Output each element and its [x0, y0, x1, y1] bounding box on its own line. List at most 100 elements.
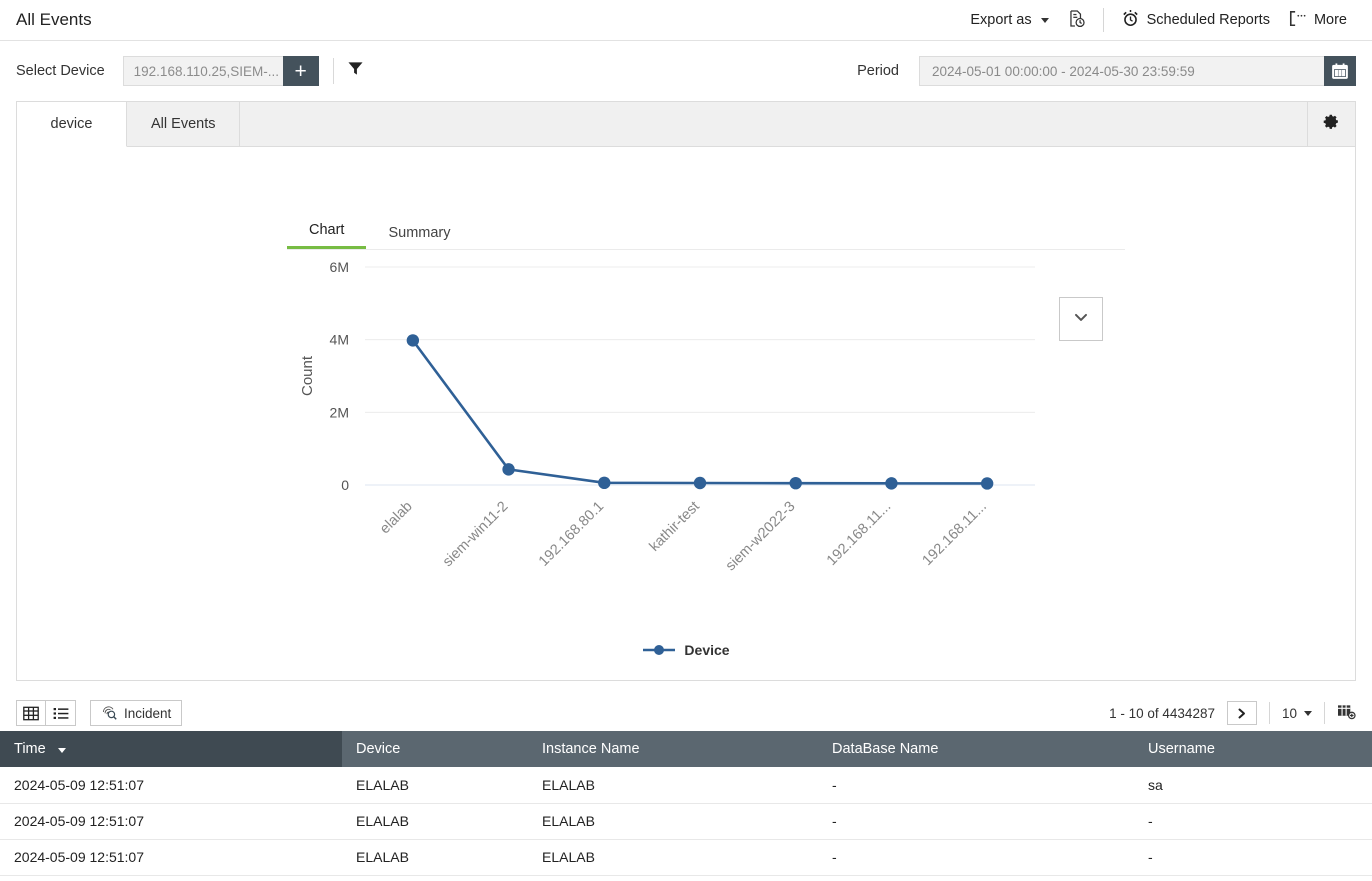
y-axis-tick-label: 0: [341, 477, 349, 493]
page-size-selector[interactable]: 10: [1282, 706, 1312, 721]
toolbar-divider-2: [1324, 702, 1325, 724]
x-axis-tick-label: siem-win11-2: [440, 499, 512, 571]
tab-device[interactable]: device: [17, 102, 127, 147]
cell-time: 2024-05-09 12:51:07: [0, 803, 342, 839]
period-label: Period: [857, 63, 899, 79]
header-divider-1: [1103, 8, 1104, 32]
column-header-time[interactable]: Time: [0, 731, 342, 767]
toolbar-divider-1: [1269, 702, 1270, 724]
calendar-icon[interactable]: [1324, 56, 1356, 86]
cell-instance: ELALAB: [528, 839, 818, 875]
y-axis-title: Count: [299, 355, 316, 396]
x-axis-tick-label: kathir-test: [646, 499, 702, 555]
more-label: More: [1314, 12, 1347, 28]
column-header-username[interactable]: Username: [1134, 731, 1372, 767]
add-column-icon: [1337, 703, 1356, 723]
caret-down-icon: [1041, 18, 1049, 23]
filter-divider: [333, 58, 334, 84]
table-toolbar: Incident 1 - 10 of 4434287 10: [0, 695, 1372, 731]
cell-database: -: [818, 803, 1134, 839]
add-column-button[interactable]: [1337, 703, 1356, 723]
data-point[interactable]: [885, 477, 897, 489]
cell-instance: ELALAB: [528, 767, 818, 803]
chart-container: Chart Summary 02M4M6MCountelalabsiem-win…: [17, 147, 1355, 681]
cell-username: sa: [1134, 767, 1372, 803]
column-header-device[interactable]: Device: [342, 731, 528, 767]
cell-database: -: [818, 839, 1134, 875]
view-switcher: [16, 700, 76, 726]
cell-time: 2024-05-09 12:51:07: [0, 839, 342, 875]
events-table-body: 2024-05-09 12:51:07ELALABELALAB-sa2024-0…: [0, 767, 1372, 875]
subtab-summary[interactable]: Summary: [366, 225, 472, 249]
y-axis-tick-label: 2M: [330, 404, 349, 420]
cell-device: ELALAB: [342, 803, 528, 839]
add-device-button[interactable]: +: [283, 56, 319, 86]
table-header-row: Time Device Instance Name DataBase Name …: [0, 731, 1372, 767]
cell-username: -: [1134, 839, 1372, 875]
cell-instance: ELALAB: [528, 803, 818, 839]
period-selector: Period 2024-05-01 00:00:00 - 2024-05-30 …: [857, 56, 1356, 86]
data-point[interactable]: [981, 477, 993, 489]
funnel-icon[interactable]: [348, 61, 363, 81]
more-panel-icon: [1288, 9, 1307, 32]
scheduled-reports-button[interactable]: Scheduled Reports: [1112, 9, 1279, 32]
report-schedule-icon: [1067, 9, 1086, 32]
table-row[interactable]: 2024-05-09 12:51:07ELALABELALAB--: [0, 839, 1372, 875]
cell-database: -: [818, 767, 1134, 803]
y-axis-tick-label: 4M: [330, 332, 349, 348]
data-point[interactable]: [407, 334, 419, 346]
column-header-database-name[interactable]: DataBase Name: [818, 731, 1134, 767]
table-row[interactable]: 2024-05-09 12:51:07ELALABELALAB-sa: [0, 767, 1372, 803]
next-page-button[interactable]: [1227, 701, 1257, 725]
gear-icon: [1323, 113, 1340, 135]
panel-tabstrip: device All Events: [17, 102, 1355, 147]
page-title: All Events: [16, 10, 92, 30]
scheduled-reports-label: Scheduled Reports: [1147, 12, 1270, 28]
sort-desc-icon: [58, 748, 66, 753]
cell-time: 2024-05-09 12:51:07: [0, 767, 342, 803]
chart-svg: 02M4M6MCountelalabsiem-win11-2192.168.80…: [17, 255, 1117, 655]
data-point[interactable]: [598, 477, 610, 489]
more-button[interactable]: More: [1279, 9, 1356, 32]
legend-marker-device: [642, 643, 676, 657]
subtab-chart[interactable]: Chart: [287, 222, 366, 249]
select-device-label: Select Device: [16, 63, 105, 79]
incident-label: Incident: [124, 706, 171, 721]
header-actions: Export as Schedule: [961, 8, 1356, 32]
table-view-icon[interactable]: [16, 700, 46, 726]
fingerprint-search-icon: [101, 704, 117, 723]
page-header: All Events Export as: [0, 0, 1372, 41]
export-as-button[interactable]: Export as: [961, 12, 1057, 28]
pagination-controls: 1 - 10 of 4434287 10: [1109, 701, 1356, 725]
tabstrip-filler: [240, 102, 1307, 146]
panel-settings-button[interactable]: [1307, 102, 1355, 146]
filter-bar: Select Device 192.168.110.25,SIEM-... + …: [0, 41, 1372, 101]
period-input[interactable]: 2024-05-01 00:00:00 - 2024-05-30 23:59:5…: [919, 56, 1324, 86]
events-table: Time Device Instance Name DataBase Name …: [0, 731, 1372, 876]
cell-device: ELALAB: [342, 767, 528, 803]
caret-down-icon: [1304, 711, 1312, 716]
y-axis-tick-label: 6M: [330, 259, 349, 275]
chart-legend: Device: [17, 642, 1355, 658]
data-point[interactable]: [502, 463, 514, 475]
x-axis-tick-label: 192.168.80.1: [536, 499, 607, 570]
column-header-instance-name[interactable]: Instance Name: [528, 731, 818, 767]
device-selector: 192.168.110.25,SIEM-... +: [123, 56, 319, 86]
cell-username: -: [1134, 803, 1372, 839]
device-input[interactable]: 192.168.110.25,SIEM-...: [123, 56, 283, 86]
legend-label-device: Device: [684, 642, 729, 658]
line-chart: 02M4M6MCountelalabsiem-win11-2192.168.80…: [17, 255, 1355, 655]
list-view-icon[interactable]: [46, 700, 76, 726]
cell-device: ELALAB: [342, 839, 528, 875]
tab-all-events[interactable]: All Events: [127, 102, 240, 146]
events-table-head: Time Device Instance Name DataBase Name …: [0, 731, 1372, 767]
report-schedule-button[interactable]: [1058, 9, 1095, 32]
page-size-label: 10: [1282, 706, 1297, 721]
x-axis-tick-label: 192.168.11...: [824, 499, 894, 569]
x-axis-tick-label: siem-w2022-3: [723, 499, 799, 575]
data-point[interactable]: [790, 477, 802, 489]
incident-button[interactable]: Incident: [90, 700, 182, 726]
table-row[interactable]: 2024-05-09 12:51:07ELALABELALAB--: [0, 803, 1372, 839]
data-point[interactable]: [694, 477, 706, 489]
chart-subtabs: Chart Summary: [287, 222, 1125, 250]
